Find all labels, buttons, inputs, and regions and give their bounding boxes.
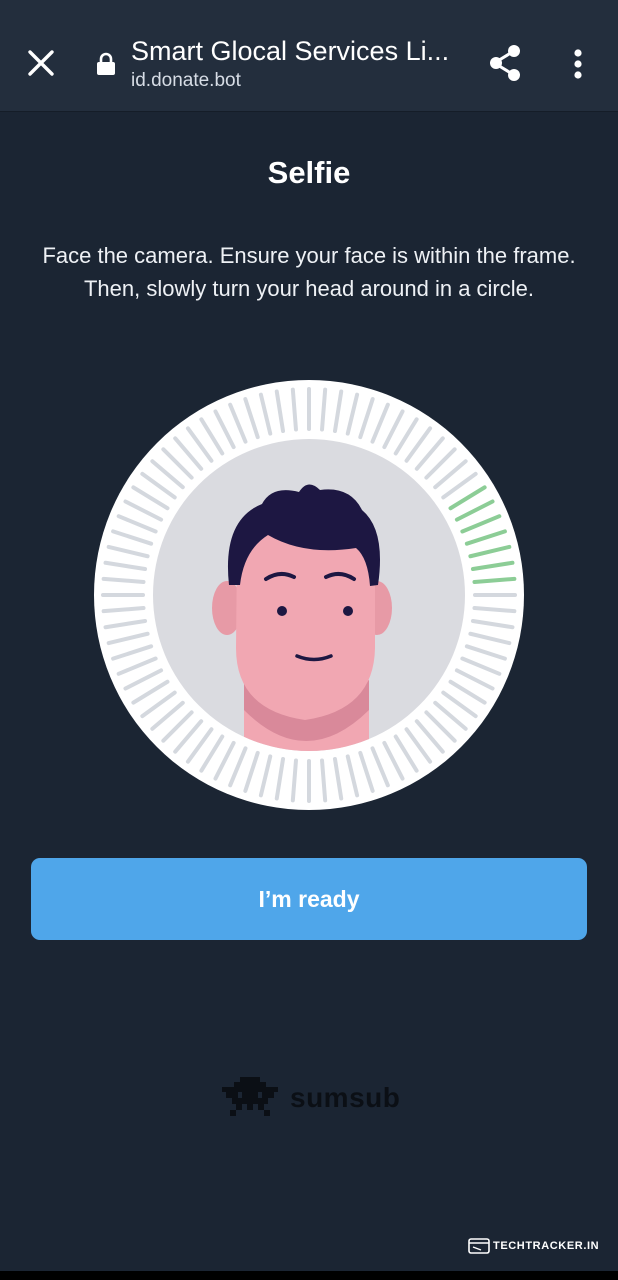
close-button[interactable]: [22, 44, 60, 82]
im-ready-button[interactable]: I’m ready: [31, 858, 587, 940]
browser-toolbar: Smart Glocal Services Li... id.donate.bo…: [0, 0, 618, 112]
sumsub-logo: sumsub: [222, 1075, 400, 1121]
address-block[interactable]: Smart Glocal Services Li... id.donate.bo…: [131, 34, 471, 93]
page-heading: Selfie: [267, 155, 351, 190]
browser-window-icon: [468, 1238, 490, 1254]
instructions-text: Face the camera. Ensure your face is wit…: [42, 243, 576, 301]
share-button[interactable]: [484, 42, 526, 84]
page-title: Smart Glocal Services Li...: [131, 36, 450, 66]
watermark: TECHTRACKER.IN: [468, 1237, 599, 1255]
sumsub-logo-icon: [222, 1077, 278, 1116]
watermark-text: TECHTRACKER.IN: [493, 1240, 600, 1252]
close-icon: [28, 50, 54, 76]
lock-icon: [96, 52, 116, 76]
brand-name: sumsub: [290, 1082, 401, 1113]
share-icon: [490, 45, 520, 81]
page-url: id.donate.bot: [131, 70, 241, 91]
more-vertical-icon: [574, 49, 582, 79]
selfie-illustration: [94, 380, 524, 810]
more-options-button[interactable]: [563, 44, 593, 84]
bottom-edge: [0, 1271, 618, 1280]
